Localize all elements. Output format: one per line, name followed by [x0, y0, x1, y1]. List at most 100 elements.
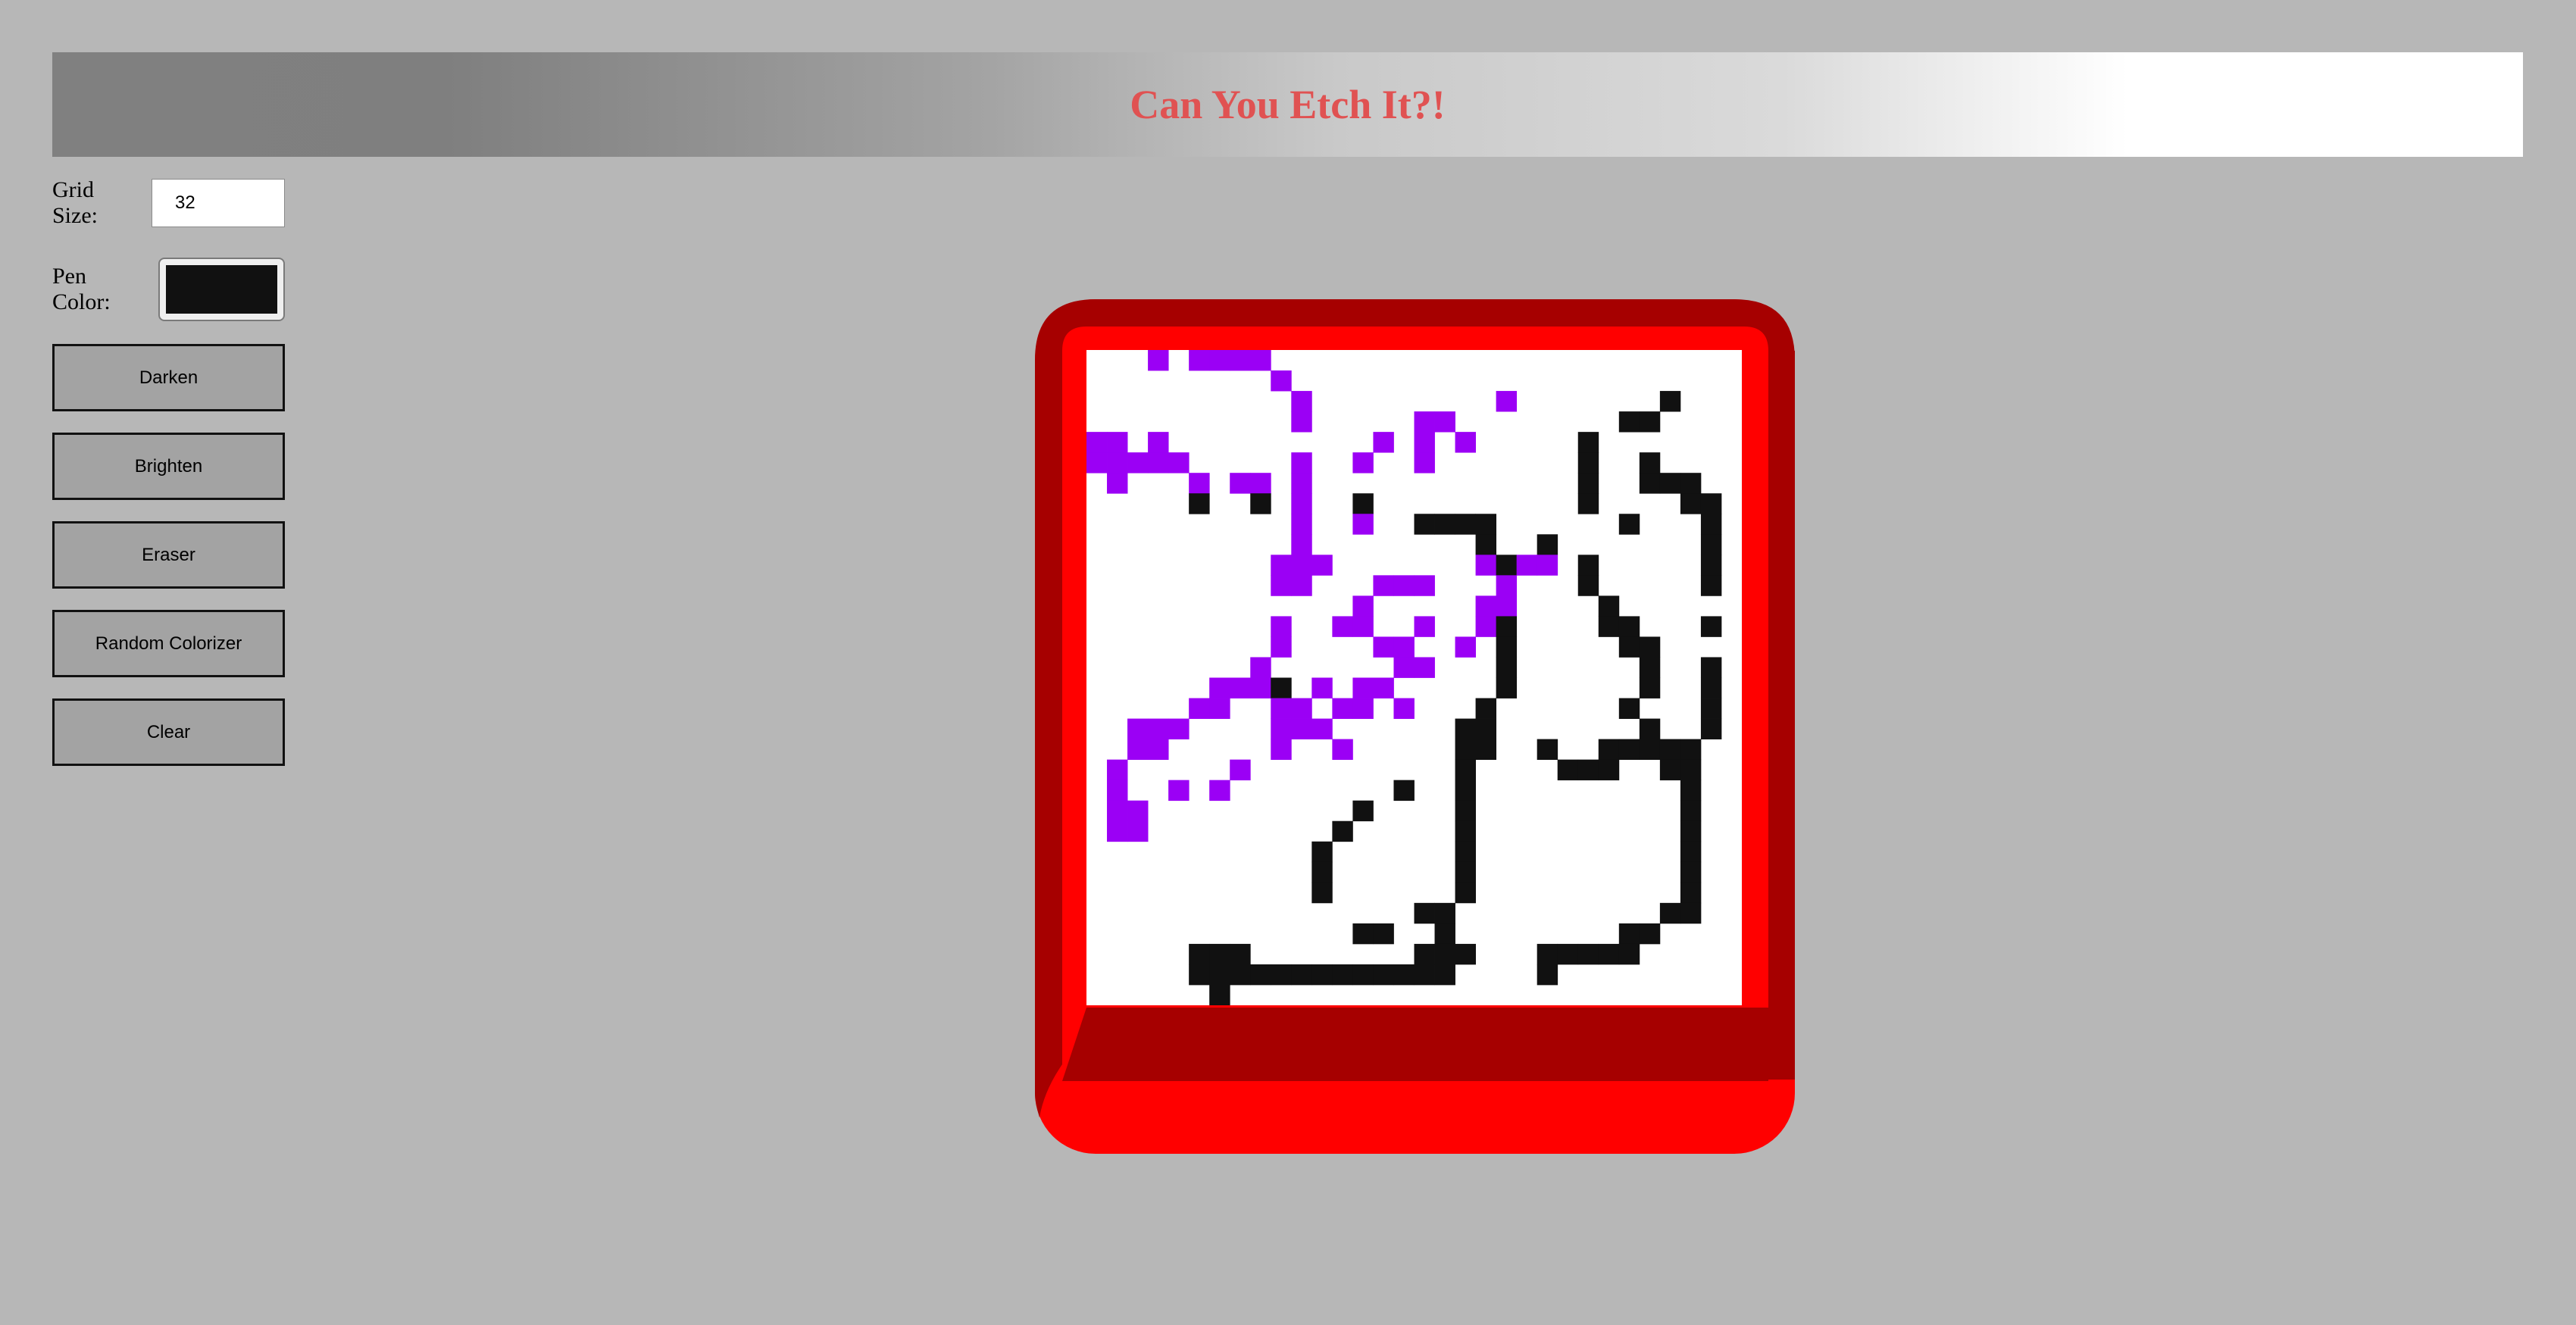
grid-cell[interactable] — [1271, 636, 1292, 658]
grid-cell[interactable] — [1271, 964, 1292, 986]
grid-cell[interactable] — [1311, 964, 1333, 986]
grid-cell[interactable] — [1189, 493, 1210, 514]
grid-cell[interactable] — [1414, 902, 1435, 924]
grid-cell[interactable] — [1414, 943, 1435, 965]
grid-cell[interactable] — [1434, 902, 1455, 924]
grid-cell[interactable] — [1271, 718, 1292, 739]
grid-cell[interactable] — [1107, 452, 1128, 473]
grid-cell[interactable] — [1311, 882, 1333, 904]
grid-cell[interactable] — [1475, 739, 1497, 761]
grid-cell[interactable] — [1680, 800, 1702, 822]
grid-cell[interactable] — [1639, 657, 1661, 678]
grid-cell[interactable] — [1291, 534, 1312, 555]
grid-cell[interactable] — [1700, 555, 1722, 576]
grid-cell[interactable] — [1496, 616, 1518, 637]
grid-cell[interactable] — [1414, 575, 1435, 596]
grid-cell[interactable] — [1107, 800, 1128, 822]
grid-cell[interactable] — [1127, 452, 1149, 473]
grid-cell[interactable] — [1680, 902, 1702, 924]
clear-button[interactable]: Clear — [52, 698, 285, 766]
grid-cell[interactable] — [1332, 616, 1353, 637]
grid-cell[interactable] — [1639, 739, 1661, 761]
grid-cell[interactable] — [1393, 698, 1415, 719]
grid-cell[interactable] — [1639, 677, 1661, 698]
grid-cell[interactable] — [1373, 964, 1394, 986]
grid-cell[interactable] — [1496, 677, 1518, 698]
grid-cell[interactable] — [1434, 943, 1455, 965]
grid-cell[interactable] — [1352, 595, 1374, 617]
grid-cell[interactable] — [1127, 718, 1149, 739]
grid-cell[interactable] — [1291, 575, 1312, 596]
grid-cell[interactable] — [1352, 616, 1374, 637]
grid-cell[interactable] — [1475, 555, 1497, 576]
grid-cell[interactable] — [1455, 636, 1476, 658]
grid-cell[interactable] — [1148, 739, 1169, 761]
grid-cell[interactable] — [1393, 636, 1415, 658]
grid-cell[interactable] — [1700, 677, 1722, 698]
grid-cell[interactable] — [1250, 964, 1271, 986]
grid-cell[interactable] — [1250, 657, 1271, 678]
grid-cell[interactable] — [1189, 698, 1210, 719]
grid-cell[interactable] — [1455, 718, 1476, 739]
grid-cell[interactable] — [1414, 657, 1435, 678]
grid-cell[interactable] — [1107, 432, 1128, 453]
grid-cell[interactable] — [1537, 964, 1558, 986]
grid-cell[interactable] — [1455, 739, 1476, 761]
grid-cell[interactable] — [1291, 514, 1312, 535]
grid-cell[interactable] — [1291, 452, 1312, 473]
grid-cell[interactable] — [1250, 350, 1271, 371]
grid-cell[interactable] — [1618, 943, 1640, 965]
grid-cell[interactable] — [1680, 759, 1702, 781]
grid-cell[interactable] — [1618, 411, 1640, 433]
grid-cell[interactable] — [1700, 698, 1722, 719]
grid-cell[interactable] — [1311, 861, 1333, 883]
grid-cell[interactable] — [1659, 739, 1681, 761]
grid-cell[interactable] — [1639, 411, 1661, 433]
grid-cell[interactable] — [1618, 616, 1640, 637]
grid-cell[interactable] — [1414, 452, 1435, 473]
grid-cell[interactable] — [1496, 657, 1518, 678]
grid-cell[interactable] — [1291, 411, 1312, 433]
grid-cell[interactable] — [1168, 780, 1190, 802]
grid-cell[interactable] — [1537, 739, 1558, 761]
grid-cell[interactable] — [1311, 841, 1333, 863]
grid-cell[interactable] — [1680, 493, 1702, 514]
grid-cell[interactable] — [1393, 657, 1415, 678]
grid-cell[interactable] — [1475, 718, 1497, 739]
grid-cell[interactable] — [1639, 473, 1661, 494]
grid-cell[interactable] — [1496, 391, 1518, 412]
grid-cell[interactable] — [1271, 739, 1292, 761]
grid-cell[interactable] — [1414, 616, 1435, 637]
grid-cell[interactable] — [1189, 350, 1210, 371]
grid-cell[interactable] — [1209, 984, 1230, 1005]
grid-cell[interactable] — [1659, 759, 1681, 781]
grid-cell[interactable] — [1455, 820, 1476, 842]
grid-cell[interactable] — [1311, 718, 1333, 739]
grid-cell[interactable] — [1250, 677, 1271, 698]
grid-cell[interactable] — [1271, 677, 1292, 698]
grid-cell[interactable] — [1230, 759, 1251, 781]
grid-cell[interactable] — [1618, 514, 1640, 535]
grid-cell[interactable] — [1475, 616, 1497, 637]
grid-cell[interactable] — [1373, 677, 1394, 698]
grid-cell[interactable] — [1659, 473, 1681, 494]
grid-cell[interactable] — [1598, 739, 1620, 761]
grid-cell[interactable] — [1598, 595, 1620, 617]
grid-cell[interactable] — [1577, 759, 1599, 781]
grid-cell[interactable] — [1577, 943, 1599, 965]
grid-cell[interactable] — [1352, 698, 1374, 719]
grid-cell[interactable] — [1700, 616, 1722, 637]
grid-cell[interactable] — [1455, 943, 1476, 965]
grid-cell[interactable] — [1393, 575, 1415, 596]
grid-cell[interactable] — [1455, 432, 1476, 453]
grid-cell[interactable] — [1700, 514, 1722, 535]
grid-cell[interactable] — [1414, 432, 1435, 453]
grid-cell[interactable] — [1414, 964, 1435, 986]
grid-cell[interactable] — [1373, 923, 1394, 945]
grid-cell[interactable] — [1271, 698, 1292, 719]
grid-cell[interactable] — [1332, 739, 1353, 761]
grid-cell[interactable] — [1680, 841, 1702, 863]
grid-cell[interactable] — [1352, 514, 1374, 535]
random-colorizer-button[interactable]: Random Colorizer — [52, 610, 285, 677]
eraser-button[interactable]: Eraser — [52, 521, 285, 589]
